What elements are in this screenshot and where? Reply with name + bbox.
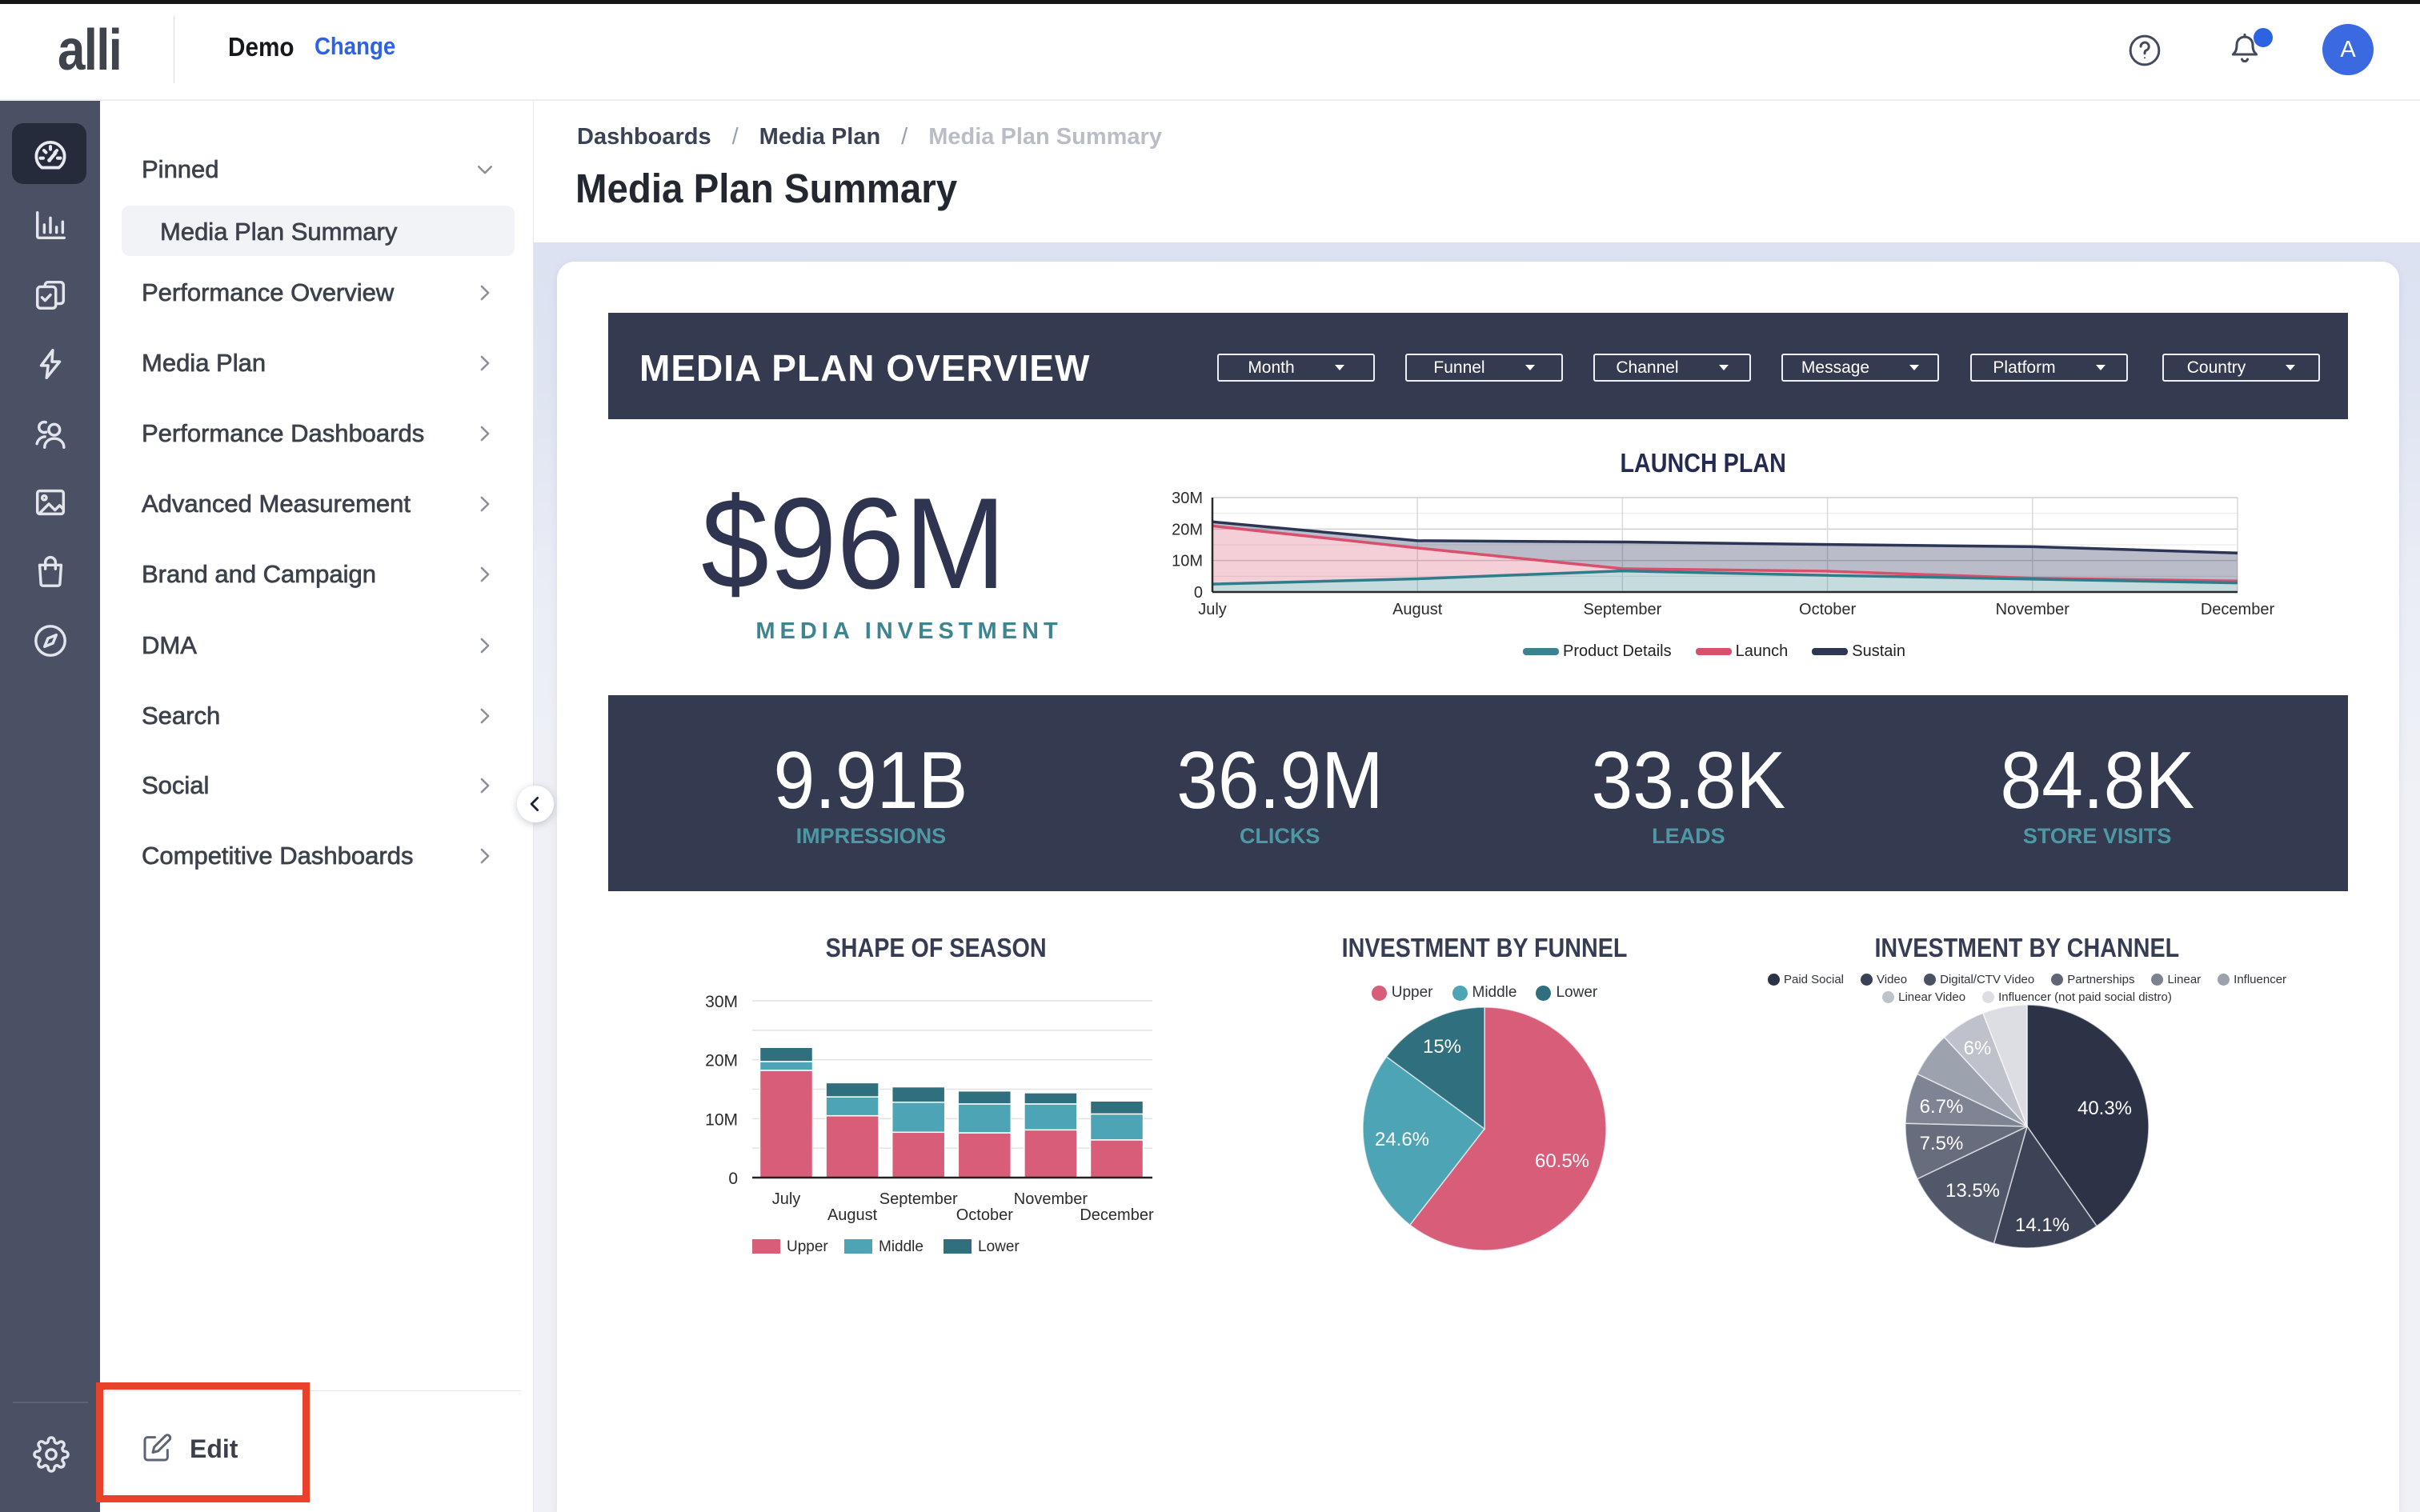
svg-text:20M: 20M bbox=[705, 1052, 738, 1070]
svg-text:Middle: Middle bbox=[879, 1238, 924, 1255]
svg-text:December: December bbox=[1080, 1206, 1154, 1224]
svg-text:August: August bbox=[827, 1206, 878, 1224]
svg-text:30M: 30M bbox=[705, 993, 738, 1011]
svg-text:December: December bbox=[2201, 601, 2275, 618]
svg-text:November: November bbox=[1014, 1190, 1088, 1208]
svg-text:20M: 20M bbox=[1172, 521, 1203, 538]
svg-text:October: October bbox=[1799, 601, 1856, 618]
svg-text:September: September bbox=[879, 1190, 958, 1208]
svg-text:August: August bbox=[1392, 601, 1443, 618]
svg-text:10M: 10M bbox=[1172, 553, 1203, 570]
svg-text:0: 0 bbox=[728, 1170, 738, 1188]
svg-text:30M: 30M bbox=[1172, 490, 1203, 507]
svg-text:10M: 10M bbox=[705, 1110, 738, 1129]
svg-text:October: October bbox=[956, 1206, 1013, 1224]
svg-text:November: November bbox=[1996, 601, 2070, 618]
svg-text:0: 0 bbox=[1194, 584, 1203, 602]
svg-text:Upper: Upper bbox=[787, 1238, 828, 1255]
svg-text:Lower: Lower bbox=[978, 1238, 1020, 1255]
svg-text:July: July bbox=[1198, 601, 1227, 618]
svg-text:July: July bbox=[772, 1190, 801, 1208]
svg-text:September: September bbox=[1583, 601, 1661, 618]
